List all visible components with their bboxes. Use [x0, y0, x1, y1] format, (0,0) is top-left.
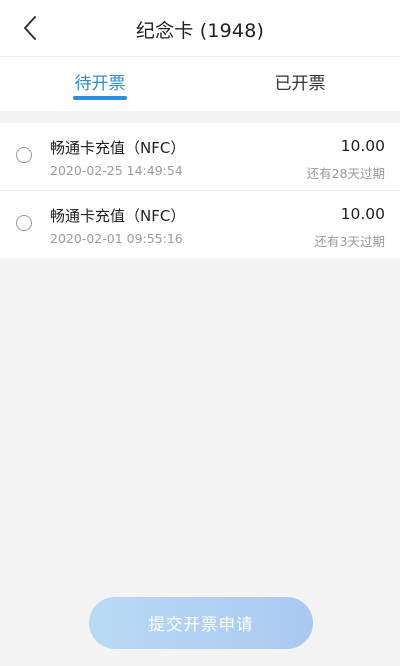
tab-invoiced[interactable]: 已开票 — [200, 57, 400, 111]
recharge-record-list: 畅通卡充值（NFC） 2020-02-25 14:49:54 10.00 还有2… — [0, 123, 400, 258]
record-date: 2020-02-01 09:55:16 — [50, 231, 183, 246]
select-radio[interactable] — [16, 215, 32, 231]
tab-label: 待开票 — [74, 74, 126, 94]
tab-label: 已开票 — [274, 74, 326, 94]
record-amount: 10.00 — [340, 205, 385, 223]
record-expiry: 还有3天过期 — [314, 234, 385, 249]
invoice-tabs: 待开票 已开票 — [0, 57, 400, 111]
record-title: 畅通卡充值（NFC） — [50, 139, 186, 157]
header-bar: 纪念卡 (1948) — [0, 0, 400, 57]
list-item[interactable]: 畅通卡充值（NFC） 2020-02-01 09:55:16 10.00 还有3… — [0, 190, 400, 258]
record-date: 2020-02-25 14:49:54 — [50, 163, 183, 178]
tab-pending-invoice[interactable]: 待开票 — [0, 57, 200, 111]
page-title: 纪念卡 (1948) — [135, 20, 265, 42]
record-title: 畅通卡充值（NFC） — [50, 207, 186, 225]
record-amount: 10.00 — [340, 137, 385, 155]
record-expiry: 还有28天过期 — [306, 166, 385, 181]
active-tab-indicator — [73, 96, 127, 100]
submit-invoice-button[interactable]: 提交开票申请 — [89, 597, 313, 649]
select-radio[interactable] — [16, 147, 32, 163]
list-item[interactable]: 畅通卡充值（NFC） 2020-02-25 14:49:54 10.00 还有2… — [0, 123, 400, 190]
